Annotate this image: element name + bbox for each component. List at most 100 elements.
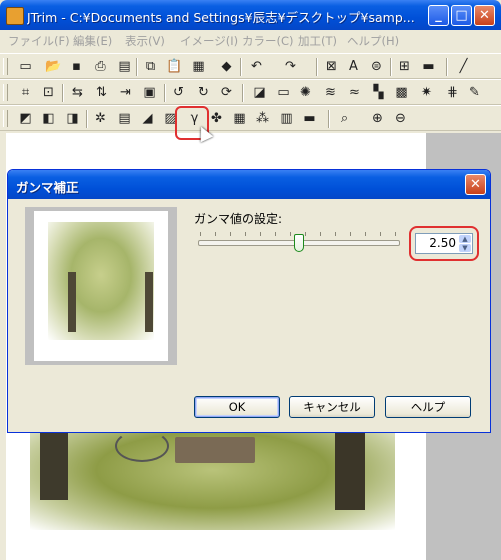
pencil-icon[interactable]: ✎	[466, 84, 483, 101]
xor-icon[interactable]: ▥	[278, 110, 295, 127]
cancel-button[interactable]: キャンセル	[289, 396, 375, 418]
hue-icon[interactable]: ✤	[208, 110, 225, 127]
undo-icon[interactable]: ↶	[248, 58, 265, 75]
stamp-icon[interactable]: ⊜	[368, 58, 385, 75]
redo-icon[interactable]: ↷	[282, 58, 299, 75]
rotate-left-icon[interactable]: ↺	[170, 84, 187, 101]
rotate-right-icon[interactable]: ⟳	[218, 84, 235, 101]
menu-color[interactable]: カラー(C)	[242, 33, 294, 49]
ok-button[interactable]: OK	[194, 396, 280, 418]
main-image	[335, 430, 365, 510]
text-icon[interactable]: A	[345, 58, 362, 75]
crop-icon[interactable]: ⌗	[17, 84, 34, 101]
fit-icon[interactable]: ⊠	[323, 58, 340, 75]
sharpen-icon[interactable]: ✷	[418, 84, 435, 101]
preview-page	[34, 211, 168, 361]
grid-icon[interactable]: ⊞	[396, 58, 413, 75]
toolbar-separator	[86, 110, 88, 128]
minimize-button[interactable]: _	[428, 5, 449, 26]
preview-image	[48, 222, 154, 340]
rotate-90-icon[interactable]: ↻	[195, 84, 212, 101]
sepia-icon[interactable]: ◧	[40, 110, 57, 127]
slider-tick	[275, 232, 276, 236]
shadow-icon[interactable]: ◪	[251, 84, 268, 101]
print-icon[interactable]: ⎙	[92, 58, 109, 75]
slider-tick	[335, 232, 336, 236]
app-icon	[6, 7, 24, 25]
dialog-title-bar[interactable]: ガンマ補正 ✕	[8, 170, 490, 199]
dialog-close-button[interactable]: ✕	[465, 174, 486, 195]
trim-icon[interactable]: ⊡	[40, 84, 57, 101]
slider-tick	[230, 232, 231, 236]
rgb-icon[interactable]: ⁂	[254, 110, 271, 127]
toolbar-grip[interactable]	[3, 58, 8, 75]
checker-icon[interactable]: ▦	[231, 110, 248, 127]
zoom-in-icon[interactable]: ⊕	[369, 110, 386, 127]
gamma-dialog: ガンマ補正 ✕ ガンマ値の設定: 2.50 ▲ ▼ OK キャンセル ヘルプ	[7, 169, 491, 433]
zoom-out-icon[interactable]: ⊖	[392, 110, 409, 127]
save-icon[interactable]: ▪	[68, 58, 85, 75]
negative-icon[interactable]: ◨	[64, 110, 81, 127]
main-image	[40, 430, 68, 500]
wave-icon[interactable]: ≈	[346, 84, 363, 101]
copy-icon[interactable]: ⧉	[142, 58, 159, 75]
toolbar-separator	[316, 58, 318, 76]
mosaic-icon[interactable]: ▚	[370, 84, 387, 101]
preview-image	[68, 272, 76, 332]
border-icon[interactable]: ▭	[275, 84, 292, 101]
open-icon[interactable]: 📂	[45, 58, 62, 75]
toolbar-color: ◩ ◧ ◨ ✲ ▤ ◢ ▨ γ ✤ ▦ ⁂ ▥ ▬ ⌕ ⊕ ⊖	[0, 105, 501, 131]
slider-tick	[380, 232, 381, 236]
paste-new-icon[interactable]: ▦	[190, 58, 207, 75]
zoom-icon[interactable]: ⌕	[336, 110, 353, 127]
saturation-icon[interactable]: ◢	[139, 110, 156, 127]
main-window: JTrim - C:¥Documents and Settings¥辰志¥デスク…	[0, 0, 501, 560]
new-icon[interactable]: ▭	[17, 58, 34, 75]
slider-tick	[395, 232, 396, 236]
toolbar-grip[interactable]	[3, 84, 8, 101]
main-image	[175, 437, 255, 463]
maximize-button[interactable]: □	[451, 5, 472, 26]
window-title: JTrim - C:¥Documents and Settings¥辰志¥デスク…	[27, 10, 415, 25]
stripe-icon[interactable]: ▬	[301, 110, 318, 127]
menu-help[interactable]: ヘルプ(H)	[347, 33, 399, 49]
filmstrip-icon[interactable]: ▬	[420, 58, 437, 75]
color-balance-icon[interactable]: ▤	[116, 110, 133, 127]
spotlight-icon[interactable]: ✺	[297, 84, 314, 101]
menu-process[interactable]: 加工(T)	[298, 33, 337, 49]
print-icon[interactable]: ▤	[116, 58, 133, 75]
slider-tick	[200, 232, 201, 236]
frame-icon[interactable]: ▣	[141, 84, 158, 101]
resize-icon[interactable]: ⇥	[117, 84, 134, 101]
wave-icon[interactable]: ≋	[322, 84, 339, 101]
menu-view[interactable]: 表示(V)	[125, 33, 165, 49]
slider-tick	[215, 232, 216, 236]
brightness-icon[interactable]: ✲	[92, 110, 109, 127]
contrast-icon[interactable]: ▩	[393, 84, 410, 101]
eyedropper-icon[interactable]: ╱	[455, 58, 472, 75]
gamma-value-highlight	[409, 226, 479, 261]
menu-file[interactable]: ファイル(F)	[8, 33, 70, 49]
slider-tick	[365, 232, 366, 236]
toolbar-separator	[164, 84, 166, 102]
help-button[interactable]: ヘルプ	[385, 396, 471, 418]
title-bar[interactable]: JTrim - C:¥Documents and Settings¥辰志¥デスク…	[0, 0, 501, 30]
preview-pane	[25, 207, 177, 365]
grayscale-icon[interactable]: ◩	[17, 110, 34, 127]
sharpen-icon[interactable]: ⋕	[444, 84, 461, 101]
paste-icon[interactable]: 📋	[166, 58, 183, 75]
toolbar-main: ▭ 📂 ▪ ⎙ ▤ ⧉ 📋 ▦ ◆ ↶ ↷ ⊠ A ⊜ ⊞ ▬ ╱	[0, 53, 501, 79]
menu-bar: ファイル(F) 編集(E) 表示(V) イメージ(I) カラー(C) 加工(T)…	[0, 30, 501, 50]
toolbar-grip[interactable]	[3, 110, 8, 127]
toolbar-separator	[136, 58, 138, 76]
flip-horizontal-icon[interactable]: ⇆	[69, 84, 86, 101]
flip-vertical-icon[interactable]: ⇅	[93, 84, 110, 101]
toolbar-separator	[390, 58, 392, 76]
menu-image[interactable]: イメージ(I)	[180, 33, 238, 49]
main-image	[115, 430, 169, 462]
close-button[interactable]: ✕	[474, 5, 495, 26]
slider-tick	[245, 232, 246, 236]
menu-edit[interactable]: 編集(E)	[73, 33, 112, 49]
capture-icon[interactable]: ◆	[218, 58, 235, 75]
gamma-slider-thumb[interactable]	[294, 234, 304, 252]
